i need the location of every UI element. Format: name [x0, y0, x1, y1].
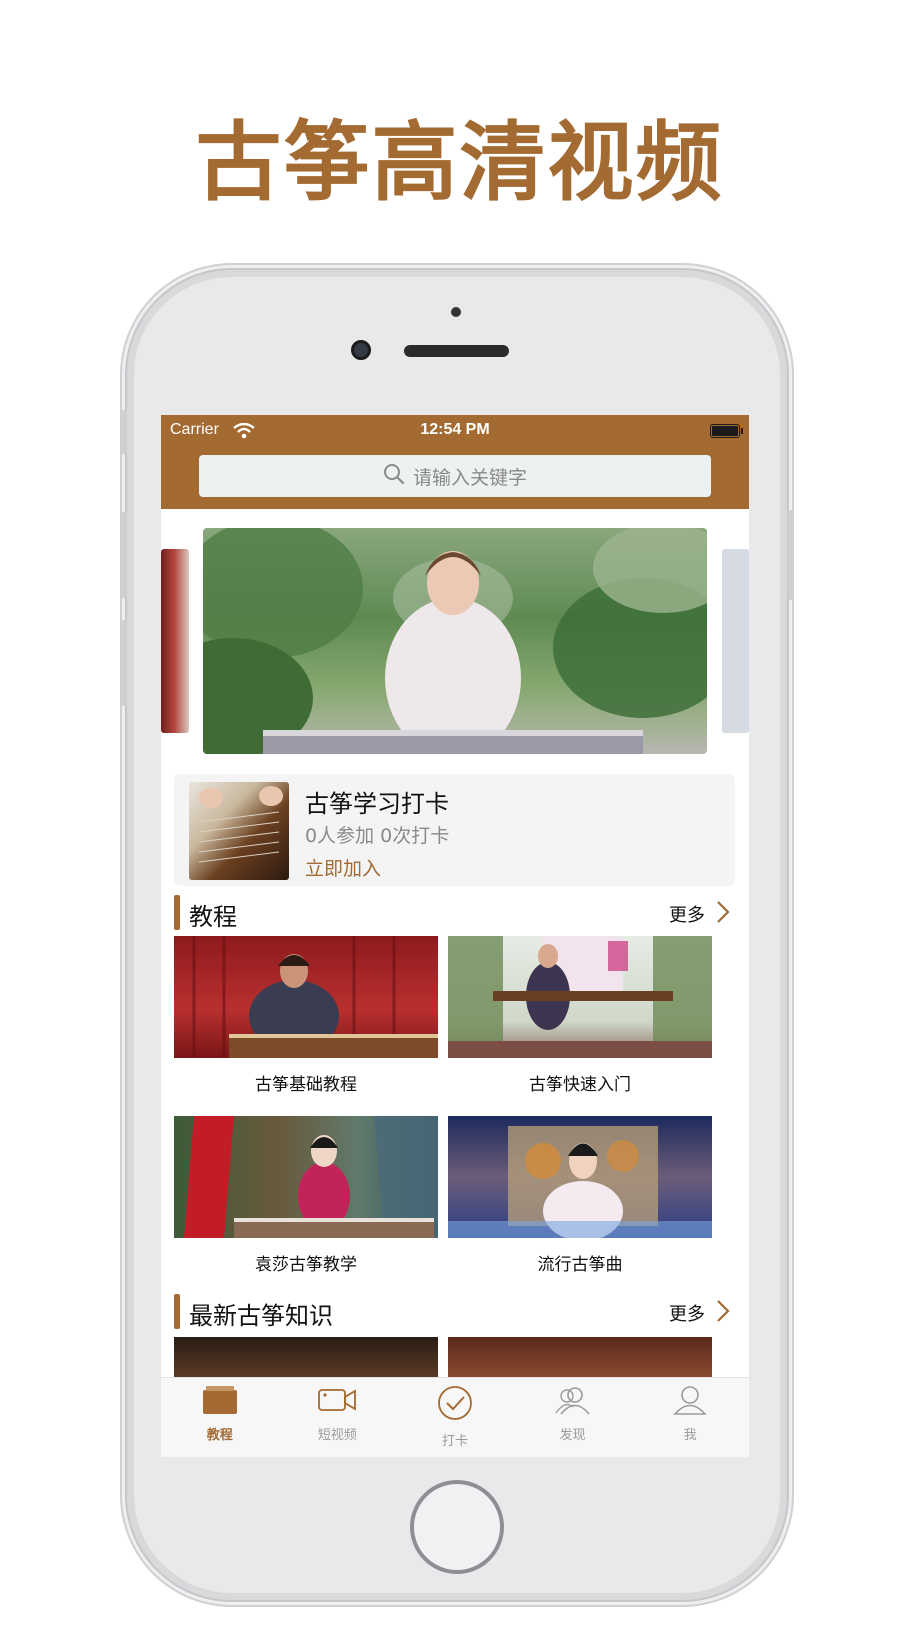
chevron-right-icon[interactable]	[715, 1298, 731, 1328]
tab-bar: 教程 短视频 打卡 发现 我	[161, 1377, 749, 1457]
book-icon	[202, 1385, 238, 1419]
tab-checkin[interactable]: 打卡	[396, 1378, 514, 1457]
volume-up-button	[121, 512, 127, 598]
knowledge-card-peek[interactable]	[174, 1337, 438, 1377]
chevron-right-icon[interactable]	[715, 899, 731, 929]
tutorial-thumbnail	[448, 936, 712, 1058]
header-bar: Carrier 12:54 PM 请输入关键字	[161, 415, 749, 509]
app-screen: Carrier 12:54 PM 请输入关键字 古筝学习打卡 0人参加 0次打卡…	[161, 415, 749, 1457]
tutorial-label: 流行古筝曲	[537, 1255, 623, 1275]
section-accent-bar	[174, 895, 180, 930]
tutorial-thumbnail	[174, 1116, 438, 1238]
proximity-sensor	[451, 307, 461, 317]
section-title: 最新古筝知识	[189, 1302, 333, 1330]
tutorial-card[interactable]: 古筝快速入门	[448, 936, 712, 1095]
people-icon	[553, 1385, 593, 1419]
earpiece-speaker	[404, 345, 509, 357]
check-circle-icon	[437, 1385, 473, 1425]
tutorial-label: 古筝基础教程	[255, 1075, 357, 1095]
tutorial-card[interactable]: 古筝基础教程	[174, 936, 438, 1095]
tab-label: 我	[683, 1428, 697, 1443]
knowledge-card-peek[interactable]	[448, 1337, 712, 1377]
tab-label: 短视频	[317, 1428, 357, 1443]
section-accent-bar	[174, 1294, 180, 1329]
checkin-card[interactable]: 古筝学习打卡 0人参加 0次打卡 立即加入	[174, 774, 735, 886]
tab-label: 打卡	[441, 1434, 468, 1449]
promo-headline: 古筝高清视频	[195, 113, 724, 213]
person-icon	[673, 1385, 707, 1419]
tutorial-card[interactable]: 袁莎古筝教学	[174, 1116, 438, 1275]
volume-down-button	[121, 620, 127, 706]
video-camera-icon	[317, 1385, 357, 1419]
more-link[interactable]: 更多	[669, 1300, 705, 1326]
banner-next-slide[interactable]	[722, 549, 749, 733]
tab-discover[interactable]: 发现	[514, 1378, 632, 1457]
home-button[interactable]	[410, 1480, 504, 1574]
tutorial-label: 袁莎古筝教学	[255, 1255, 357, 1275]
tab-short-videos[interactable]: 短视频	[279, 1378, 397, 1457]
front-camera	[351, 340, 371, 360]
checkin-thumbnail	[189, 782, 289, 880]
section-title: 教程	[189, 903, 237, 931]
battery-icon	[710, 424, 743, 438]
tab-label: 教程	[206, 1428, 233, 1443]
tutorial-label: 古筝快速入门	[529, 1075, 631, 1095]
join-now-link[interactable]: 立即加入	[305, 854, 381, 881]
search-input[interactable]: 请输入关键字	[199, 455, 711, 497]
tab-label: 发现	[559, 1428, 586, 1443]
tab-tutorials[interactable]: 教程	[161, 1378, 279, 1457]
tutorial-card[interactable]: 流行古筝曲	[448, 1116, 712, 1275]
status-time: 12:54 PM	[420, 421, 490, 438]
tab-me[interactable]: 我	[631, 1378, 749, 1457]
more-link[interactable]: 更多	[669, 901, 705, 927]
status-row: Carrier 12:54 PM	[161, 421, 749, 443]
tutorials-section-header: 教程 更多	[174, 895, 735, 931]
banner-slide-guzheng-performer[interactable]	[203, 528, 707, 754]
checkin-stats: 0人参加 0次打卡	[305, 825, 450, 847]
tutorial-thumbnail	[448, 1116, 712, 1238]
power-button	[788, 510, 794, 600]
search-placeholder: 请输入关键字	[412, 466, 527, 489]
checkin-title: 古筝学习打卡	[305, 790, 449, 818]
search-icon	[383, 463, 405, 490]
tutorial-thumbnail	[174, 936, 438, 1058]
knowledge-section-header: 最新古筝知识 更多	[174, 1294, 735, 1330]
mute-switch	[121, 410, 127, 454]
banner-prev-slide[interactable]	[161, 549, 189, 733]
